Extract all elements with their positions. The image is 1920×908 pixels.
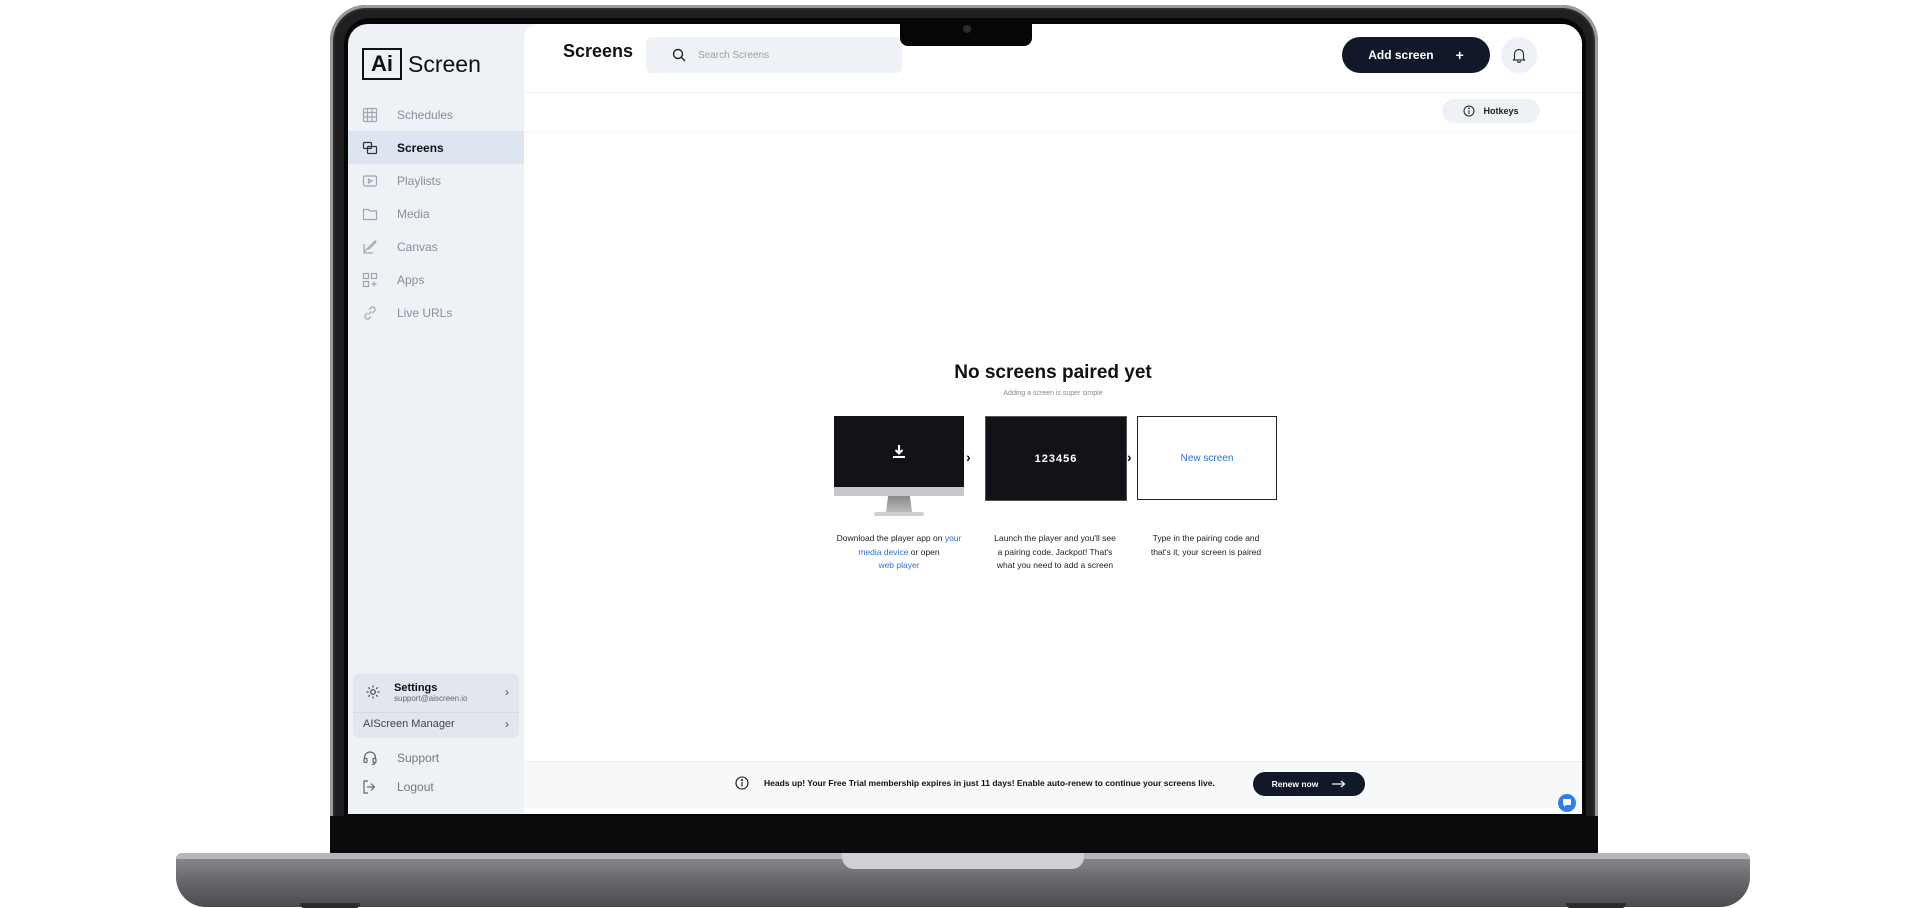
settings-card: Settings support@aiscreen.io › AIScreen …: [353, 674, 519, 738]
sidebar-item-label: Media: [397, 206, 430, 221]
search-input[interactable]: [696, 48, 890, 62]
canvas-brush-icon: [362, 239, 378, 255]
add-screen-button[interactable]: Add screen +: [1342, 37, 1490, 73]
support-link[interactable]: Support: [362, 750, 439, 766]
sidebar-item-playlists[interactable]: Playlists: [348, 164, 524, 197]
download-icon: [891, 443, 907, 464]
sidebar-item-label: Live URLs: [397, 305, 453, 320]
folder-icon: [362, 206, 378, 222]
web-player-link[interactable]: web player: [878, 560, 919, 570]
step-1-text: Download the player app on your media de…: [836, 532, 962, 573]
new-screen-illustration: New screen: [1137, 416, 1277, 500]
page-header: Screens Add screen +: [524, 24, 1582, 93]
chevron-right-icon: ›: [505, 685, 509, 699]
trial-banner: Heads up! Your Free Trial membership exp…: [524, 761, 1582, 808]
settings-button[interactable]: Settings support@aiscreen.io ›: [353, 674, 519, 710]
sidebar-item-live-urls[interactable]: Live URLs: [348, 296, 524, 329]
info-icon: [1463, 105, 1475, 117]
monitor-stand: [886, 496, 912, 512]
camera-icon: [963, 25, 971, 33]
sidebar-item-label: Schedules: [397, 107, 454, 122]
empty-state-title: No screens paired yet: [954, 362, 1152, 383]
chat-support-button[interactable]: [1558, 794, 1576, 812]
sidebar-item-apps[interactable]: Apps: [348, 263, 524, 296]
step-1-text-pre: Download the player app on: [836, 533, 945, 543]
logout-label: Logout: [397, 780, 434, 794]
step-2-text: Launch the player and you'll see a pairi…: [994, 533, 1116, 570]
step-1-text-mid: or open: [908, 546, 940, 557]
empty-state-subtitle: Adding a screen is super simple: [1003, 390, 1103, 397]
sidebar-item-label: Screens: [397, 140, 444, 155]
search-icon: [672, 48, 686, 62]
new-screen-label: New screen: [1180, 452, 1234, 464]
manager-label: AIScreen Manager: [363, 718, 455, 730]
pairing-code-screen: 123456: [985, 416, 1127, 501]
monitor-illustration: [834, 416, 964, 518]
logout-link[interactable]: Logout: [362, 779, 434, 795]
sidebar-item-schedules[interactable]: Schedules: [348, 98, 524, 131]
sidebar-item-media[interactable]: Media: [348, 197, 524, 230]
logout-icon: [362, 779, 378, 795]
link-icon: [362, 305, 378, 321]
arrow-right-icon: [1332, 780, 1346, 788]
monitor-screen: [834, 416, 964, 487]
step-3-text: Type in the pairing code and that's it, …: [1150, 533, 1262, 557]
hotkeys-button[interactable]: Hotkeys: [1442, 99, 1540, 123]
sidebar-item-canvas[interactable]: Canvas: [348, 230, 524, 263]
chat-icon: [1562, 798, 1572, 808]
pairing-code: 123456: [1034, 452, 1078, 465]
hotkeys-label: Hotkeys: [1483, 106, 1519, 116]
info-icon: [735, 776, 749, 790]
search-box[interactable]: [646, 37, 902, 73]
renew-now-button[interactable]: Renew now: [1253, 772, 1365, 796]
chevron-right-icon: ›: [505, 717, 509, 731]
support-label: Support: [397, 751, 440, 765]
sidebar-item-label: Playlists: [397, 173, 442, 188]
aiscreen-manager-button[interactable]: AIScreen Manager ›: [353, 712, 519, 735]
laptop-hinge-notch: [842, 853, 1084, 869]
sidebar-nav: Schedules Screens Playlists Media Canvas…: [348, 98, 524, 329]
playlist-icon: [362, 173, 378, 189]
sidebar-item-screens[interactable]: Screens: [348, 131, 524, 164]
app-logo[interactable]: Ai Screen: [362, 48, 481, 80]
camera-notch: [900, 20, 1032, 46]
settings-title: Settings: [394, 681, 438, 694]
notifications-button[interactable]: [1501, 37, 1537, 73]
gear-icon: [365, 684, 381, 700]
toolbar: Hotkeys: [524, 93, 1582, 131]
page-title: Screens: [563, 41, 634, 61]
add-screen-label: Add screen: [1368, 48, 1434, 62]
sidebar-item-label: Apps: [397, 272, 425, 287]
laptop-foot: [1566, 903, 1626, 908]
logo-mark: Ai: [362, 48, 402, 80]
sidebar-item-label: Canvas: [397, 239, 438, 254]
calendar-grid-icon: [362, 107, 378, 123]
main-content: Screens Add screen +: [524, 24, 1582, 814]
renew-label: Renew now: [1271, 779, 1319, 789]
sidebar: Ai Screen Schedules Screens Playlists Me…: [348, 24, 524, 814]
bell-icon: [1512, 47, 1526, 63]
logo-text: Screen: [408, 50, 481, 77]
app-screen: Ai Screen Schedules Screens Playlists Me…: [348, 24, 1582, 814]
display-bottom-bezel: [330, 816, 1598, 853]
screens-icon: [362, 140, 378, 156]
trial-message: Heads up! Your Free Trial membership exp…: [764, 778, 1215, 788]
apps-grid-icon: [362, 272, 378, 288]
monitor-chin: [834, 487, 964, 496]
headset-icon: [362, 750, 378, 766]
plus-icon: +: [1455, 47, 1464, 63]
monitor-base: [874, 512, 924, 516]
chevron-right-icon: ›: [1127, 449, 1132, 465]
chevron-right-icon: ›: [966, 449, 971, 465]
settings-email: support@aiscreen.io: [394, 693, 468, 703]
laptop-foot: [300, 903, 360, 908]
